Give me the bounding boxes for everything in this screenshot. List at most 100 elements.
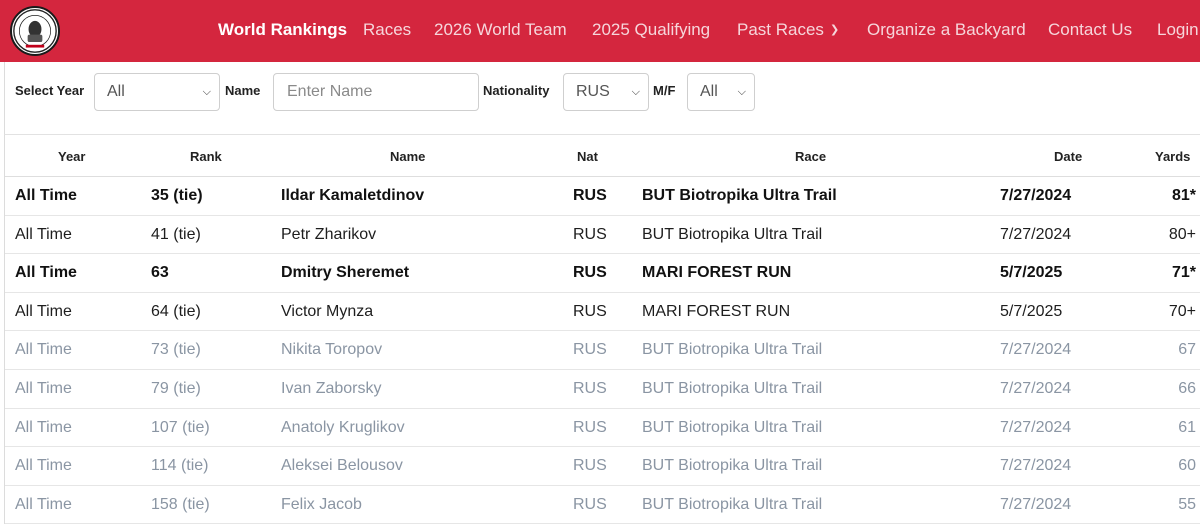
cell-race: BUT Biotropika Ultra Trail: [642, 418, 823, 436]
cell-nat: RUS: [573, 418, 607, 436]
filter-bar: Select Year All ⌵ Name Enter Name Nation…: [4, 62, 1200, 134]
cell-date: 7/27/2024: [1000, 495, 1072, 513]
cell-date: 5/7/2025: [1000, 264, 1063, 282]
nationality-select-value: RUS: [576, 83, 610, 100]
header-yards[interactable]: Yards: [1155, 149, 1190, 164]
cell-date: 7/27/2024: [1000, 418, 1072, 436]
cell-yards: 55: [1178, 495, 1196, 513]
cell-race: BUT Biotropika Ultra Trail: [642, 457, 823, 475]
cell-year: All Time: [15, 418, 72, 436]
cell-name: Anatoly Kruglikov: [281, 418, 405, 436]
sex-label: M/F: [653, 83, 676, 98]
sex-select[interactable]: All ⌵: [687, 73, 755, 111]
cell-rank: 107 (tie): [151, 418, 210, 436]
cell-yards: 67: [1178, 341, 1196, 359]
cell-rank: 64 (tie): [151, 302, 201, 320]
cell-year: All Time: [15, 187, 77, 204]
nationality-label: Nationality: [483, 83, 550, 98]
cell-nat: RUS: [573, 495, 607, 513]
cell-race: BUT Biotropika Ultra Trail: [642, 225, 823, 243]
cell-yards: 61: [1178, 418, 1196, 436]
table-body: All Time 35 (tie) Ildar Kamaletdinov RUS BUT…: [5, 177, 1200, 525]
cell-date: 7/27/2024: [1000, 379, 1072, 397]
cell-year: All Time: [15, 341, 72, 359]
cell-yards: 66: [1178, 379, 1196, 397]
nav-2025-qualifying[interactable]: 2025 Qualifying: [592, 20, 710, 40]
cell-yards: 80+: [1168, 225, 1196, 243]
header-rank[interactable]: Rank: [190, 149, 222, 164]
table-row[interactable]: All Time 158 (tie) Felix Jacob RUS BUT Biotr…: [5, 486, 1200, 525]
club-logo-icon[interactable]: [10, 6, 60, 56]
nav-contact-us[interactable]: Contact Us: [1048, 20, 1132, 40]
table-row[interactable]: All Time 63 Dmitry Sheremet RUS MARI FOREST …: [5, 254, 1200, 293]
name-search-placeholder: Enter Name: [287, 83, 373, 100]
nav-past-races-label: Past Races: [737, 20, 824, 39]
cell-yards: 70+: [1168, 302, 1196, 320]
cell-rank: 35 (tie): [151, 187, 203, 204]
table-header-row: Year Rank Name Nat Race Date Yards: [5, 135, 1200, 177]
nav-login[interactable]: Login: [1157, 20, 1199, 40]
header-race[interactable]: Race: [795, 149, 826, 164]
header-year[interactable]: Year: [58, 149, 85, 164]
cell-name: Ivan Zaborsky: [281, 379, 382, 397]
cell-race: MARI FOREST RUN: [642, 302, 791, 320]
nav-races[interactable]: Races: [363, 20, 411, 40]
cell-nat: RUS: [573, 302, 607, 320]
cell-date: 7/27/2024: [1000, 457, 1072, 475]
name-label: Name: [225, 83, 261, 98]
cell-year: All Time: [15, 302, 72, 320]
sex-select-value: All: [700, 83, 718, 100]
cell-rank: 73 (tie): [151, 341, 201, 359]
chevron-down-icon: ⌵: [202, 86, 211, 98]
table-row[interactable]: All Time 35 (tie) Ildar Kamaletdinov RUS BUT…: [5, 177, 1200, 216]
rankings-table: Year Rank Name Nat Race Date Yards All T…: [4, 134, 1200, 525]
cell-year: All Time: [15, 457, 72, 475]
cell-race: BUT Biotropika Ultra Trail: [642, 341, 823, 359]
cell-race: BUT Biotropika Ultra Trail: [642, 187, 837, 204]
table-row[interactable]: All Time 64 (tie) Victor Mynza RUS MARI FORE…: [5, 293, 1200, 332]
nav-2026-world-team[interactable]: 2026 World Team: [434, 20, 567, 40]
cell-date: 5/7/2025: [1000, 302, 1063, 320]
cell-date: 7/27/2024: [1000, 187, 1072, 204]
table-row[interactable]: All Time 79 (tie) Ivan Zaborsky RUS BUT Biot…: [5, 370, 1200, 409]
header-name[interactable]: Name: [390, 149, 425, 164]
cell-rank: 79 (tie): [151, 379, 201, 397]
cell-rank: 114 (tie): [151, 457, 209, 475]
cell-nat: RUS: [573, 187, 607, 204]
chevron-down-icon: ⌵: [631, 86, 640, 98]
cell-date: 7/27/2024: [1000, 225, 1072, 243]
select-year-label: Select Year: [15, 83, 85, 98]
header-date[interactable]: Date: [1054, 149, 1082, 164]
cell-year: All Time: [15, 264, 77, 282]
nav-organize-a-backyard[interactable]: Organize a Backyard: [867, 20, 1026, 40]
cell-rank: 158 (tie): [151, 495, 210, 513]
nav-world-rankings[interactable]: World Rankings: [218, 20, 347, 40]
nav-past-races[interactable]: Past Races ❯: [737, 20, 839, 40]
table-row[interactable]: All Time 114 (tie) Aleksei Belousov RUS BUT …: [5, 447, 1200, 486]
cell-race: BUT Biotropika Ultra Trail: [642, 495, 823, 513]
cell-nat: RUS: [573, 225, 607, 243]
cell-name: Dmitry Sheremet: [281, 264, 410, 282]
cell-name: Ildar Kamaletdinov: [281, 187, 425, 204]
cell-nat: RUS: [573, 264, 607, 282]
header-nat[interactable]: Nat: [577, 149, 598, 164]
chevron-down-icon: ⌵: [737, 86, 746, 98]
year-select[interactable]: All ⌵: [94, 73, 220, 111]
cell-yards: 81*: [1171, 187, 1196, 204]
cell-yards: 71*: [1171, 264, 1196, 282]
year-select-value: All: [107, 83, 125, 100]
cell-nat: RUS: [573, 341, 607, 359]
table-row[interactable]: All Time 107 (tie) Anatoly Kruglikov RUS BUT…: [5, 409, 1200, 448]
cell-year: All Time: [15, 225, 72, 243]
cell-name: Nikita Toropov: [281, 341, 383, 359]
cell-name: Petr Zharikov: [281, 225, 377, 243]
nationality-select[interactable]: RUS ⌵: [563, 73, 649, 111]
cell-year: All Time: [15, 495, 72, 513]
table-row[interactable]: All Time 41 (tie) Petr Zharikov RUS BUT Biot…: [5, 216, 1200, 255]
chevron-down-icon: ❯: [829, 24, 840, 36]
cell-year: All Time: [15, 379, 72, 397]
cell-yards: 60: [1178, 457, 1196, 475]
name-search-input[interactable]: Enter Name: [273, 73, 479, 111]
cell-race: MARI FOREST RUN: [642, 264, 792, 282]
table-row[interactable]: All Time 73 (tie) Nikita Toropov RUS BUT Bio…: [5, 331, 1200, 370]
